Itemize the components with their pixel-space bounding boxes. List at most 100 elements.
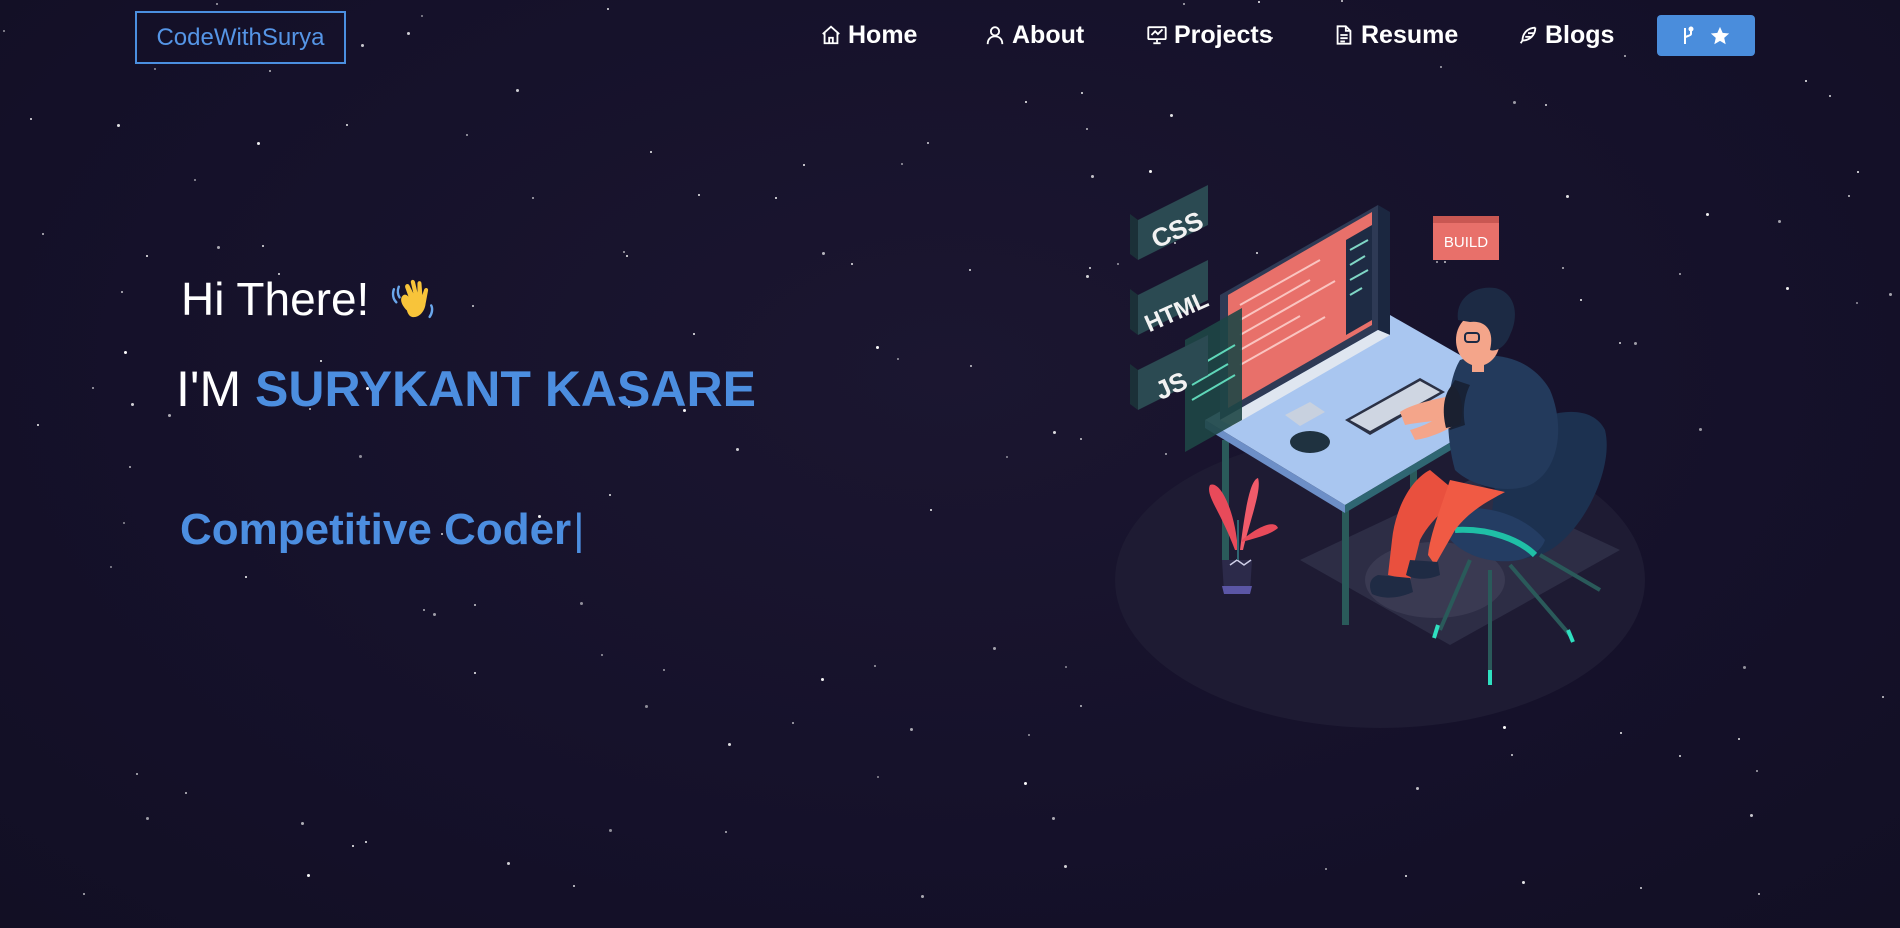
- star: [609, 829, 612, 832]
- star: [42, 233, 44, 235]
- presentation-icon: [1146, 24, 1168, 46]
- star: [123, 522, 125, 524]
- hero-intro: I'M SURYKANT KASARE: [176, 360, 756, 418]
- github-star-fork-button[interactable]: [1657, 15, 1755, 56]
- star: [83, 893, 85, 895]
- star: [792, 722, 794, 724]
- nav-home[interactable]: Home: [820, 18, 917, 52]
- nav-blogs-label: Blogs: [1545, 20, 1615, 49]
- star: [851, 263, 853, 265]
- star: [1053, 431, 1056, 434]
- star: [1064, 865, 1067, 868]
- brand-logo[interactable]: CodeWithSurya: [135, 11, 346, 64]
- star: [121, 291, 123, 293]
- star: [1089, 267, 1091, 269]
- star: [136, 773, 138, 775]
- star: [1091, 175, 1094, 178]
- star: [877, 776, 879, 778]
- star: [1856, 302, 1858, 304]
- intro-prefix: I'M: [176, 361, 242, 417]
- star: [1545, 104, 1547, 106]
- star: [1405, 875, 1407, 877]
- star: [1065, 666, 1067, 668]
- star: [993, 647, 996, 650]
- star: [1416, 787, 1419, 790]
- star: [1086, 275, 1089, 278]
- star: [146, 255, 148, 257]
- star: [346, 124, 348, 126]
- feather-icon: [1517, 24, 1539, 46]
- star: [822, 252, 825, 255]
- star: [245, 576, 247, 578]
- typing-cursor: |: [573, 505, 585, 554]
- star: [970, 365, 972, 367]
- star: [1025, 101, 1027, 103]
- star: [365, 841, 367, 843]
- star-icon: [1709, 25, 1731, 47]
- svg-text:BUILD: BUILD: [1444, 234, 1488, 251]
- star: [1149, 170, 1152, 173]
- user-icon: [984, 24, 1006, 46]
- developer-illustration: CSS HTML JS BUILD: [1110, 180, 1650, 740]
- star: [1750, 814, 1753, 817]
- star: [1758, 893, 1760, 895]
- greeting-text: Hi There!: [181, 273, 370, 325]
- star: [30, 118, 32, 120]
- star: [466, 134, 468, 136]
- star: [626, 255, 628, 257]
- star: [1738, 738, 1740, 740]
- star: [1679, 273, 1681, 275]
- star: [927, 142, 929, 144]
- star: [433, 613, 436, 616]
- nav-about-label: About: [1012, 20, 1085, 49]
- star: [623, 251, 625, 253]
- star: [423, 609, 425, 611]
- star: [1006, 456, 1008, 458]
- star: [969, 269, 971, 271]
- star: [131, 403, 134, 406]
- star: [1086, 128, 1088, 130]
- star: [1052, 817, 1055, 820]
- star: [1848, 195, 1850, 197]
- nav-blogs[interactable]: Blogs: [1517, 18, 1614, 52]
- star: [516, 89, 519, 92]
- nav-projects-label: Projects: [1174, 20, 1273, 49]
- star: [262, 245, 264, 247]
- star: [1513, 101, 1516, 104]
- nav-resume[interactable]: Resume: [1333, 18, 1458, 52]
- star: [217, 246, 220, 249]
- star: [1522, 881, 1525, 884]
- star: [645, 705, 648, 708]
- star: [698, 194, 700, 196]
- star: [921, 895, 924, 898]
- star: [168, 414, 171, 417]
- star: [532, 197, 534, 199]
- star: [146, 817, 149, 820]
- star: [129, 466, 131, 468]
- nav-about[interactable]: About: [984, 18, 1084, 52]
- star: [1170, 114, 1173, 117]
- star: [1080, 438, 1082, 440]
- star: [1778, 220, 1781, 223]
- star: [307, 874, 310, 877]
- star: [1640, 887, 1642, 889]
- star: [37, 424, 39, 426]
- nav-projects[interactable]: Projects: [1146, 18, 1273, 52]
- star: [117, 124, 120, 127]
- document-icon: [1333, 24, 1355, 46]
- star: [1024, 782, 1027, 785]
- star: [1081, 92, 1083, 94]
- star: [1699, 428, 1702, 431]
- star: [1805, 80, 1807, 82]
- hero-name: SURYKANT KASARE: [255, 361, 756, 417]
- star: [1028, 734, 1030, 736]
- star: [897, 358, 899, 360]
- star: [609, 494, 611, 496]
- star: [1679, 755, 1681, 757]
- star: [1080, 705, 1082, 707]
- star: [472, 305, 474, 307]
- star: [910, 728, 913, 731]
- git-fork-icon: [1681, 26, 1695, 46]
- star: [1889, 293, 1892, 296]
- star: [650, 151, 652, 153]
